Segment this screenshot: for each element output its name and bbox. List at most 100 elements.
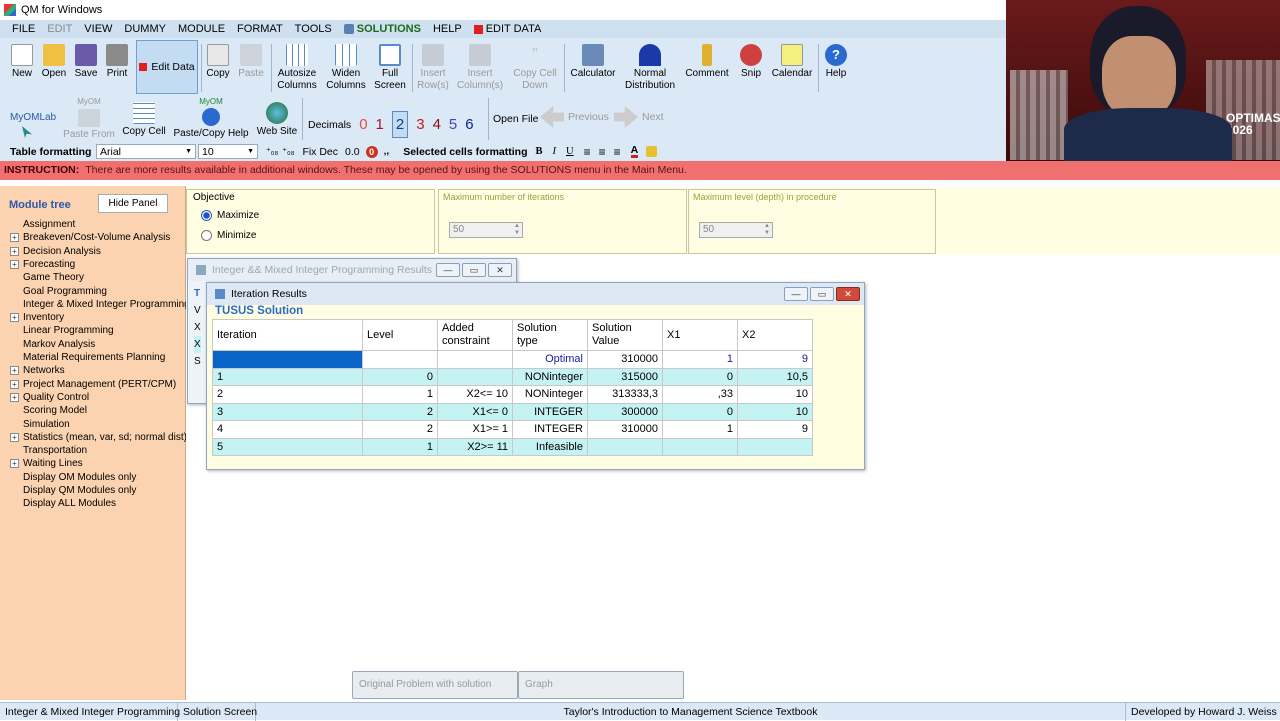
autosize-columns-button[interactable]: Autosize Columns bbox=[274, 40, 320, 94]
underline-icon[interactable]: U bbox=[566, 146, 574, 157]
table-cell[interactable]: 0 bbox=[662, 402, 738, 421]
font-color-icon[interactable]: A bbox=[630, 145, 639, 158]
thousands-format-icon[interactable]: ‚, bbox=[384, 146, 390, 157]
minimize-icon[interactable]: — bbox=[436, 263, 460, 277]
save-button[interactable]: Save bbox=[72, 40, 100, 94]
table-cell[interactable] bbox=[362, 350, 438, 369]
tree-item[interactable]: + Inventory bbox=[10, 312, 64, 323]
paste-button[interactable]: Paste bbox=[236, 40, 266, 94]
decimal-6-button[interactable]: 6 bbox=[465, 116, 473, 133]
next-button[interactable]: Next bbox=[614, 106, 664, 128]
expand-icon[interactable]: + bbox=[10, 379, 19, 389]
table-cell[interactable]: 2 bbox=[362, 402, 438, 421]
expand-icon[interactable]: + bbox=[10, 233, 19, 243]
help-button[interactable]: ? Help bbox=[822, 40, 850, 94]
expand-icon[interactable]: + bbox=[10, 366, 19, 376]
fill-color-icon[interactable] bbox=[646, 146, 658, 157]
table-cell[interactable] bbox=[662, 437, 738, 456]
widen-columns-button[interactable]: Widen Columns bbox=[324, 40, 368, 94]
menu-format[interactable]: FORMAT bbox=[231, 20, 289, 38]
table-cell[interactable]: 9 bbox=[737, 350, 813, 369]
close-icon[interactable]: ✕ bbox=[836, 287, 860, 301]
table-cell[interactable]: 1 bbox=[212, 367, 363, 386]
menu-file[interactable]: FILE bbox=[6, 20, 41, 38]
copy-button[interactable]: Copy bbox=[204, 40, 232, 94]
table-cell[interactable]: 315000 bbox=[587, 367, 663, 386]
table-cell[interactable]: INTEGER bbox=[512, 420, 588, 439]
full-screen-button[interactable]: Full Screen bbox=[372, 40, 408, 94]
tree-item[interactable]: Display QM Modules only bbox=[10, 485, 136, 496]
tree-item[interactable]: Transportation bbox=[10, 445, 87, 456]
decimal-3-button[interactable]: 3 bbox=[416, 116, 424, 133]
font-select[interactable]: Arial ▼ bbox=[96, 144, 196, 159]
table-row[interactable]: Optimal 310000 1 9 bbox=[212, 350, 813, 369]
table-cell[interactable] bbox=[587, 437, 663, 456]
tree-item[interactable]: + Waiting Lines bbox=[10, 458, 83, 469]
table-row[interactable]: 4 2 X1>= 1 INTEGER 310000 1 9 bbox=[212, 420, 813, 439]
expand-icon[interactable]: + bbox=[10, 392, 19, 402]
table-cell[interactable]: 310000 bbox=[587, 420, 663, 439]
table-row[interactable]: 5 1 X2>= 11 Infeasible bbox=[212, 437, 813, 456]
table-cell[interactable]: 2 bbox=[362, 420, 438, 439]
table-cell[interactable] bbox=[737, 437, 813, 456]
table-cell[interactable]: 10 bbox=[737, 402, 813, 421]
expand-icon[interactable]: + bbox=[10, 432, 19, 442]
expand-icon[interactable]: + bbox=[10, 313, 19, 323]
table-cell[interactable]: 2 bbox=[212, 385, 363, 404]
italic-icon[interactable]: I bbox=[553, 146, 557, 157]
table-cell[interactable]: X2<= 10 bbox=[437, 385, 513, 404]
tree-item[interactable]: Goal Programming bbox=[10, 286, 107, 297]
table-cell[interactable]: NONinteger bbox=[512, 385, 588, 404]
table-cell[interactable]: NONinteger bbox=[512, 367, 588, 386]
expand-icon[interactable]: + bbox=[10, 459, 19, 469]
spinner-icon[interactable]: ▲ ▼ bbox=[514, 223, 520, 237]
minimize-icon[interactable]: — bbox=[784, 287, 808, 301]
table-cell[interactable]: 0 bbox=[362, 367, 438, 386]
decimal-1-button[interactable]: 1 bbox=[376, 116, 384, 133]
tree-item[interactable]: Integer & Mixed Integer Programming bbox=[10, 299, 190, 310]
maximize-icon[interactable]: ▭ bbox=[810, 287, 834, 301]
iteration-results-titlebar[interactable]: Iteration Results bbox=[207, 283, 864, 305]
table-cell[interactable] bbox=[437, 367, 513, 386]
tree-item[interactable]: Material Requirements Planning bbox=[10, 352, 165, 363]
tree-item[interactable]: Markov Analysis bbox=[10, 339, 95, 350]
copy-cell-down-button[interactable]: " Copy Cell Down bbox=[510, 40, 560, 94]
maximize-radio[interactable]: Maximize bbox=[201, 210, 259, 221]
open-file-button[interactable]: Open File bbox=[493, 113, 539, 125]
tree-item[interactable]: Game Theory bbox=[10, 272, 84, 283]
table-cell[interactable]: X1<= 0 bbox=[437, 402, 513, 421]
tree-item[interactable]: + Decision Analysis bbox=[10, 246, 101, 257]
spinner-icon[interactable]: ▲ ▼ bbox=[764, 223, 770, 237]
new-button[interactable]: New bbox=[8, 40, 36, 94]
bold-icon[interactable]: B bbox=[536, 146, 543, 157]
tree-item[interactable]: + Quality Control bbox=[10, 392, 89, 403]
tree-item[interactable]: Linear Programming bbox=[10, 325, 114, 336]
table-row[interactable]: 3 2 X1<= 0 INTEGER 300000 0 10 bbox=[212, 402, 813, 421]
table-cell[interactable]: 1 bbox=[662, 420, 738, 439]
menu-view[interactable]: VIEW bbox=[78, 20, 118, 38]
table-cell[interactable]: 1 bbox=[362, 385, 438, 404]
menu-dummy[interactable]: DUMMY bbox=[118, 20, 172, 38]
table-cell[interactable]: X2>= 11 bbox=[437, 437, 513, 456]
comment-button[interactable]: Comment bbox=[682, 40, 732, 94]
expand-icon[interactable]: + bbox=[10, 259, 19, 269]
menu-edit-data[interactable]: EDIT DATA bbox=[468, 20, 548, 38]
tree-item[interactable]: + Breakeven/Cost-Volume Analysis bbox=[10, 232, 170, 243]
table-cell[interactable] bbox=[437, 350, 513, 369]
table-cell[interactable]: 10 bbox=[737, 385, 813, 404]
menu-solutions[interactable]: SOLUTIONS bbox=[338, 20, 427, 38]
hide-panel-button[interactable]: Hide Panel bbox=[98, 194, 168, 213]
calculator-button[interactable]: Calculator bbox=[568, 40, 618, 94]
previous-button[interactable]: Previous bbox=[540, 106, 609, 128]
tree-item[interactable]: + Statistics (mean, var, sd; normal dist) bbox=[10, 432, 187, 443]
decimal-format-icon-2[interactable]: ⁺₀₈ bbox=[282, 146, 294, 157]
tree-item[interactable]: Assignment bbox=[10, 219, 75, 230]
max-iterations-input[interactable]: 50 ▲ ▼ bbox=[449, 222, 523, 238]
fix-dec-value[interactable]: 0.0 bbox=[345, 146, 360, 158]
print-button[interactable]: Print bbox=[103, 40, 131, 94]
decimal-5-button[interactable]: 5 bbox=[449, 116, 457, 133]
table-cell[interactable]: INTEGER bbox=[512, 402, 588, 421]
table-cell[interactable]: Optimal bbox=[512, 350, 588, 369]
table-cell[interactable]: 0 bbox=[662, 367, 738, 386]
table-cell[interactable]: 1 bbox=[662, 350, 738, 369]
